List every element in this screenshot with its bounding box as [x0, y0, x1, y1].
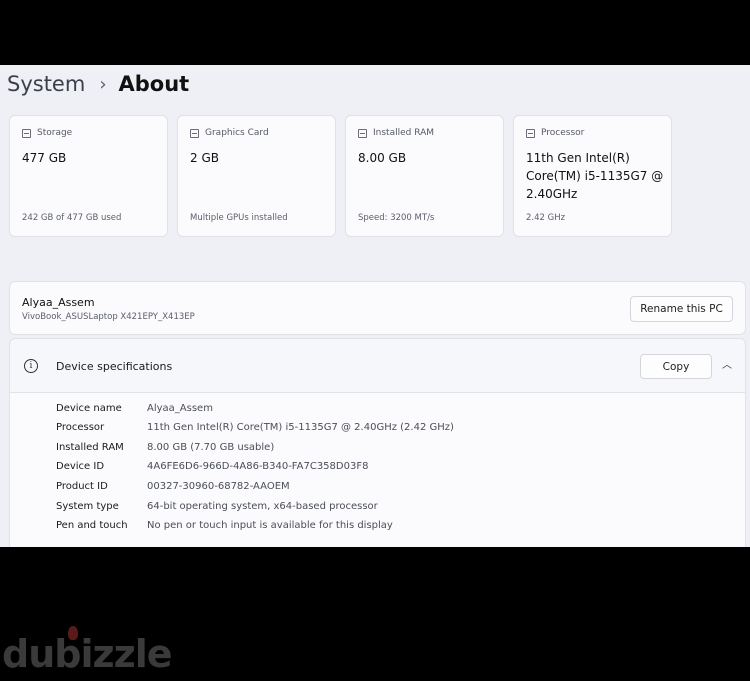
spec-key: Product ID — [56, 481, 108, 492]
card-value: 11th Gen Intel(R) Core(TM) i5-1135G7 @ 2… — [526, 151, 664, 201]
spec-key: Installed RAM — [56, 442, 124, 453]
spec-key: Device name — [56, 403, 122, 414]
section-title: Device specifications — [56, 360, 173, 373]
card-label: Installed RAM — [373, 128, 435, 138]
card-value: 8.00 GB — [358, 151, 407, 165]
device-specifications-list: Device name Alyaa_Assem Processor 11th Gen… — [9, 393, 746, 547]
card-label: Processor — [541, 128, 585, 138]
ram-icon — [358, 128, 367, 138]
storage-card[interactable]: Storage 477 GB 242 GB of 477 GB used — [9, 115, 168, 237]
spec-row: Installed RAM 8.00 GB (7.70 GB usable) — [56, 442, 274, 453]
dubizzle-watermark-logo: dubizzle — [2, 626, 173, 676]
breadcrumb: System › About — [7, 72, 189, 96]
card-foot: 2.42 GHz — [526, 213, 566, 223]
device-specifications-header[interactable]: i Device specifications Copy ︿ — [9, 338, 746, 393]
spec-key: Pen and touch — [56, 520, 128, 531]
spec-row: Device ID 4A6FE6D6-966D-4A86-B340-FA7C358… — [56, 461, 368, 472]
spec-row: Processor 11th Gen Intel(R) Core(TM) i5-1… — [56, 422, 454, 433]
spec-value: Alyaa_Assem — [147, 403, 213, 414]
spec-row: Product ID 00327-30960-68782-AAOEM — [56, 481, 290, 492]
spec-value: No pen or touch input is available for t… — [147, 520, 393, 531]
spec-row: System type 64-bit operating system, x64-… — [56, 501, 378, 512]
spec-value: 11th Gen Intel(R) Core(TM) i5-1135G7 @ 2… — [147, 422, 454, 433]
card-foot: Speed: 3200 MT/s — [358, 213, 435, 223]
card-value: 477 GB — [22, 151, 67, 165]
spec-value: 64-bit operating system, x64-based proce… — [147, 501, 378, 512]
card-foot: Multiple GPUs installed — [190, 213, 288, 223]
installed-ram-card[interactable]: Installed RAM 8.00 GB Speed: 3200 MT/s — [345, 115, 504, 237]
spec-key: Device ID — [56, 461, 105, 472]
copy-button[interactable]: Copy — [640, 354, 712, 379]
page-title: About — [118, 72, 190, 96]
card-label: Graphics Card — [205, 128, 269, 138]
breadcrumb-separator-icon: › — [99, 73, 107, 95]
info-icon: i — [24, 359, 38, 373]
card-value: 2 GB — [190, 151, 219, 165]
breadcrumb-system[interactable]: System — [7, 72, 85, 96]
pc-name-row: Alyaa_Assem VivoBook_ASUSLaptop X421EPY_… — [9, 281, 746, 335]
rename-pc-button[interactable]: Rename this PC — [630, 296, 733, 322]
processor-card[interactable]: Processor 11th Gen Intel(R) Core(TM) i5-… — [513, 115, 672, 237]
graphics-card-card[interactable]: Graphics Card 2 GB Multiple GPUs install… — [177, 115, 336, 237]
card-foot: 242 GB of 477 GB used — [22, 213, 122, 223]
spec-row: Device name Alyaa_Assem — [56, 403, 213, 414]
spec-row: Pen and touch No pen or touch input is av… — [56, 520, 393, 531]
processor-icon — [526, 128, 535, 138]
storage-icon — [22, 128, 31, 138]
spec-value: 8.00 GB (7.70 GB usable) — [147, 442, 275, 453]
watermark-text: dubizzle — [2, 632, 173, 676]
pc-model: VivoBook_ASUSLaptop X421EPY_X413EP — [22, 312, 195, 322]
spec-value: 00327-30960-68782-AAOEM — [147, 481, 290, 492]
spec-key: Processor — [56, 422, 105, 433]
settings-window: System › About Storage 477 GB 242 GB of … — [0, 65, 750, 547]
pc-name: Alyaa_Assem — [22, 296, 95, 309]
spec-key: System type — [56, 501, 119, 512]
graphics-card-icon — [190, 128, 199, 138]
chevron-up-icon[interactable]: ︿ — [721, 360, 733, 372]
spec-value: 4A6FE6D6-966D-4A86-B340-FA7C358D03F8 — [147, 461, 369, 472]
card-label: Storage — [37, 128, 73, 138]
flame-icon — [68, 626, 78, 640]
